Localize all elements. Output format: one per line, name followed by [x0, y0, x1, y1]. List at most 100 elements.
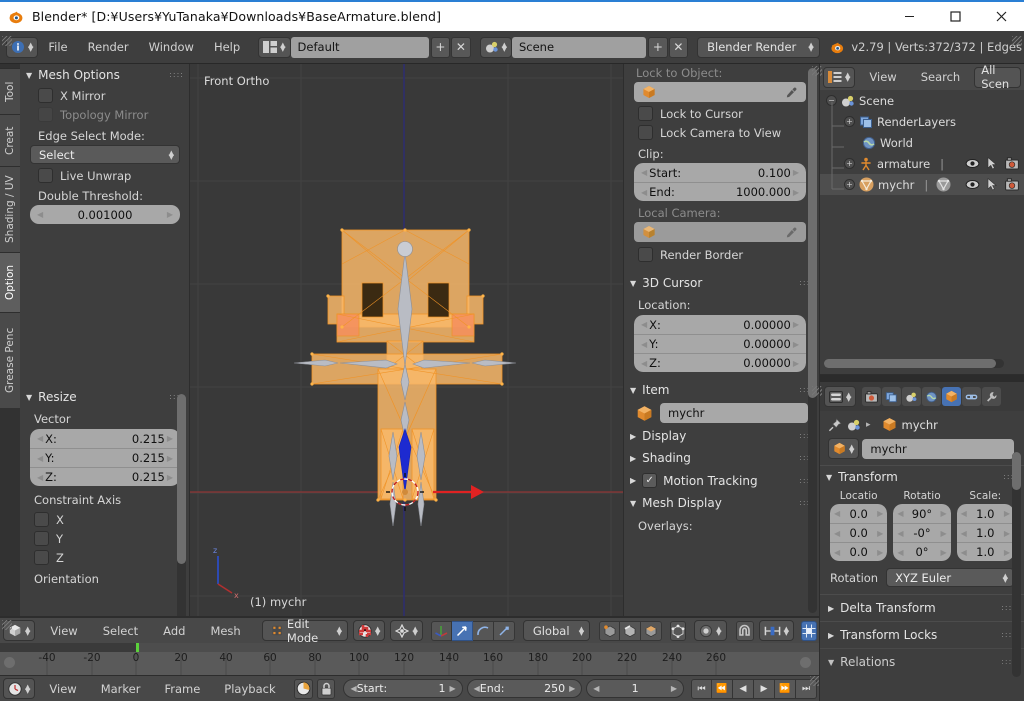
timeline-menu-playback[interactable]: Playback [214, 679, 285, 699]
proportional-edit-dropdown[interactable]: ▲ ▼ [694, 620, 727, 641]
cursor-location-x[interactable]: ◀ X: 0.00000 ▶ [634, 315, 806, 334]
properties-tab-scene[interactable] [902, 387, 922, 406]
resize-vector-y[interactable]: ◀ Y: 0.215 ▶ [30, 448, 180, 467]
transform-orientation-dropdown[interactable]: Global ▲ ▼ [522, 620, 591, 641]
cursor-location-y[interactable]: ◀ Y: 0.00000 ▶ [634, 334, 806, 353]
checkbox-row-live-unwrap[interactable]: Live Unwrap [20, 164, 190, 185]
right-arrow-icon[interactable]: ▶ [167, 434, 173, 443]
timeline-menu-marker[interactable]: Marker [91, 679, 151, 699]
jump-to-start-button[interactable]: ⏮ [691, 678, 712, 699]
scene-icon[interactable] [847, 418, 861, 432]
edge-select-mode-toggle[interactable] [620, 620, 642, 641]
viewport-3d[interactable]: z x Front Ortho (1) mychr [190, 64, 624, 617]
toolshelf-divider[interactable] [189, 64, 190, 617]
right-arrow-icon[interactable]: ▶ [793, 320, 799, 329]
viewport-menu-select[interactable]: Select [93, 621, 148, 641]
right-arrow-icon[interactable]: ▶ [1004, 548, 1010, 557]
panel-header-3d-cursor[interactable]: ▼ 3D Cursor :::: [624, 272, 820, 294]
timeline-menu-frame[interactable]: Frame [154, 679, 210, 699]
sidebar-item-tool[interactable]: Tool [0, 68, 20, 114]
right-arrow-icon[interactable]: ▶ [793, 188, 799, 197]
remove-layout-button[interactable]: ✕ [451, 36, 471, 58]
scrollbar-thumb[interactable] [824, 359, 996, 368]
scene-datablock-type-button[interactable]: ▲ ▼ [479, 36, 512, 58]
local-camera-field[interactable] [634, 222, 806, 242]
panel-header-display[interactable]: ▶ Display :::: [624, 425, 820, 447]
current-frame-field[interactable]: ◀ 1 ▶ [586, 679, 684, 698]
add-scene-button[interactable]: + [648, 36, 668, 58]
play-button[interactable]: ▶ [754, 678, 775, 699]
panel-header-transform[interactable]: ▼ Transform :::: [820, 465, 1024, 488]
right-arrow-icon[interactable]: ▶ [877, 529, 883, 538]
properties-tab-modifiers[interactable] [982, 387, 1002, 406]
panel-header-relations[interactable]: ▼ Relations :::: [820, 648, 1024, 675]
location-z[interactable]: ◀ 0.0 ▶ [830, 542, 888, 561]
checkbox-row-lock-camera-to-view[interactable]: Lock Camera to View [624, 123, 820, 142]
add-layout-button[interactable]: + [430, 36, 451, 58]
area-divider-horizontal[interactable] [0, 616, 820, 617]
scale-z[interactable]: ◀ 1.0 ▶ [956, 542, 1014, 561]
minimize-button[interactable] [886, 2, 932, 31]
resize-vector-x[interactable]: ◀ X: 0.215 ▶ [30, 429, 180, 448]
next-keyframe-button[interactable]: ⏩ [775, 678, 796, 699]
scale-manipulator-toggle[interactable] [493, 620, 515, 641]
face-select-mode-toggle[interactable] [641, 620, 663, 641]
sync-mode-button[interactable] [293, 678, 313, 699]
clip-start-field[interactable]: ◀ Start: 0.100 ▶ [634, 163, 806, 182]
screen-layout-type-button[interactable]: ▲ ▼ [258, 36, 291, 58]
right-arrow-icon[interactable]: ▶ [569, 684, 575, 693]
constraint-axis-y-checkbox[interactable] [34, 531, 49, 546]
right-arrow-icon[interactable]: ▶ [1004, 509, 1010, 518]
npanel-scrollbar[interactable] [808, 68, 817, 613]
object-name-field[interactable]: mychr [862, 438, 1014, 459]
properties-tab-render[interactable] [862, 387, 882, 406]
properties-tab-world[interactable] [922, 387, 942, 406]
viewport-canvas[interactable]: z x [190, 64, 624, 617]
properties-tab-render-layers[interactable] [882, 387, 902, 406]
checkbox-row-x-mirror[interactable]: X Mirror [20, 86, 190, 105]
interaction-mode-dropdown[interactable]: Edit Mode ▲ ▼ [261, 617, 349, 645]
timeline-hscroll-right-handle[interactable] [800, 657, 811, 668]
panel-header-delta-transform[interactable]: ▶ Delta Transform :::: [820, 594, 1024, 621]
resize-vector-z[interactable]: ◀ Z: 0.215 ▶ [30, 467, 180, 486]
checkbox-row-axis-z[interactable]: Z [20, 548, 190, 567]
render-border-checkbox[interactable] [638, 247, 653, 262]
right-arrow-icon[interactable]: ▶ [167, 473, 173, 482]
timeline-tick-row[interactable]: -40 -20 0 20 40 60 80 100 120 140 160 18… [0, 652, 820, 676]
viewport-menu-mesh[interactable]: Mesh [200, 621, 250, 641]
live-unwrap-checkbox[interactable] [38, 168, 53, 183]
checkbox-row-axis-y[interactable]: Y [20, 529, 190, 548]
rotation-y[interactable]: ◀ -0° ▶ [893, 523, 951, 542]
scene-name-field[interactable]: Scene [511, 36, 647, 58]
limit-selection-to-visible-toggle[interactable] [670, 620, 687, 641]
manipulator-enable-toggle[interactable] [430, 620, 452, 641]
lock-to-object-field[interactable] [634, 82, 806, 102]
right-arrow-icon[interactable]: ▶ [793, 340, 799, 349]
properties-scrollbar[interactable] [1012, 452, 1021, 677]
properties-tab-object[interactable] [942, 387, 962, 406]
area-corner-grip[interactable] [812, 386, 822, 396]
outliner-menu-search[interactable]: Search [911, 67, 971, 87]
scale-x[interactable]: ◀ 1.0 ▶ [956, 504, 1014, 523]
panel-header-shading[interactable]: ▶ Shading :::: [624, 447, 820, 469]
item-name-field[interactable]: mychr [660, 403, 808, 423]
constraint-axis-x-checkbox[interactable] [34, 512, 49, 527]
translate-manipulator-toggle[interactable] [451, 620, 473, 641]
clip-end-field[interactable]: ◀ End: 1000.000 ▶ [634, 182, 806, 201]
menu-render[interactable]: Render [78, 37, 139, 57]
right-arrow-icon[interactable]: ▶ [877, 548, 883, 557]
right-arrow-icon[interactable]: ▶ [449, 684, 455, 693]
right-arrow-icon[interactable]: ▶ [167, 454, 173, 463]
previous-keyframe-button[interactable]: ⏪ [712, 678, 733, 699]
frame-start-field[interactable]: ◀ Start: 1 ▶ [343, 679, 463, 698]
area-corner-grip[interactable] [2, 36, 12, 46]
remove-scene-button[interactable]: ✕ [668, 36, 689, 58]
outliner-menu-view[interactable]: View [859, 67, 906, 87]
timeline-menu-view[interactable]: View [39, 679, 86, 699]
area-divider-horizontal[interactable] [820, 374, 1024, 375]
right-arrow-icon[interactable]: ▶ [941, 509, 947, 518]
double-threshold-field[interactable]: ◀ 0.001000 ▶ [30, 205, 180, 224]
constraint-axis-z-checkbox[interactable] [34, 550, 49, 565]
pivot-point-dropdown[interactable]: ▲ ▼ [390, 620, 423, 641]
screen-layout-name-field[interactable]: Default [290, 36, 429, 58]
